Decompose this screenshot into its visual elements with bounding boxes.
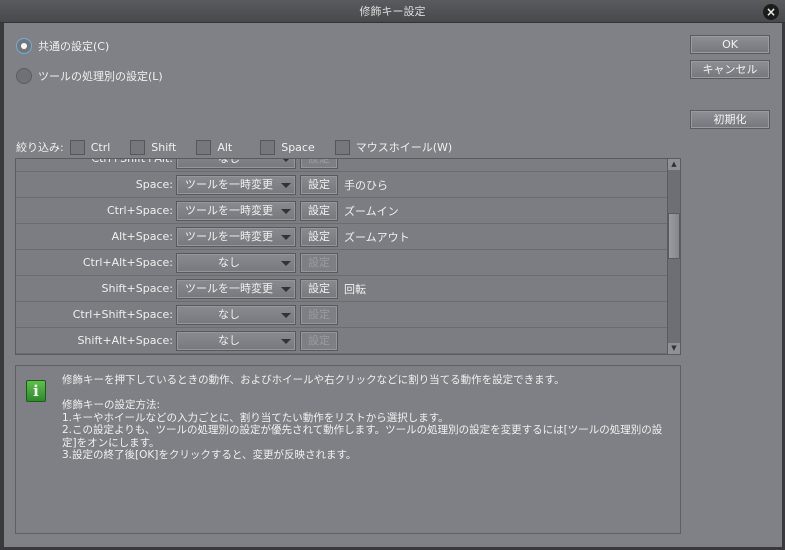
checkbox-label: Alt xyxy=(217,140,233,154)
title-bar: 修飾キー設定 × xyxy=(0,0,785,23)
radio-label: 共通の設定(C) xyxy=(38,40,110,53)
set-button[interactable]: 設定 xyxy=(300,200,338,221)
info-icon: i xyxy=(26,380,46,402)
chevron-down-icon xyxy=(281,182,291,188)
info-line: 1.キーやホイールなどの入力ごとに、割り当てたい動作をリストから選択します。 xyxy=(62,411,449,424)
chevron-down-icon xyxy=(281,260,291,266)
chevron-down-icon xyxy=(281,159,291,162)
checkbox-label: Shift xyxy=(151,140,177,154)
filter-space-checkbox[interactable]: Space xyxy=(260,139,315,155)
assigned-tool: ズームイン xyxy=(344,204,399,218)
radio-label: ツールの処理別の設定(L) xyxy=(38,70,163,83)
action-dropdown[interactable]: ツールを一時変更 xyxy=(176,278,296,299)
action-dropdown[interactable]: なし xyxy=(176,158,296,169)
table-row: Alt+Space: ツールを一時変更 設定 ズームアウト xyxy=(16,224,667,250)
modifier-key-label: Ctrl+Shift+Alt: xyxy=(91,158,173,165)
info-line: 修飾キーを押下しているときの動作、およびホイールや右クリックなどに割り当てる動作… xyxy=(62,374,565,386)
set-button[interactable]: 設定 xyxy=(300,159,338,169)
filter-shift-checkbox[interactable]: Shift xyxy=(130,139,177,155)
set-button[interactable]: 設定 xyxy=(300,174,338,195)
assigned-tool: ズームアウト xyxy=(344,230,410,244)
set-button[interactable]: 設定 xyxy=(300,330,338,351)
info-text: 修飾キーを押下しているときの動作、およびホイールや右クリックなどに割り当てる動作… xyxy=(62,374,672,462)
info-panel: i 修飾キーを押下しているときの動作、およびホイールや右クリックなどに割り当てる… xyxy=(15,365,681,534)
action-value: ツールを一時変更 xyxy=(185,281,273,295)
radio-per-tool-settings[interactable]: ツールの処理別の設定(L) xyxy=(16,68,163,84)
modifier-key-label: Shift+Space: xyxy=(101,282,173,295)
scrollbar[interactable]: ▲ ▼ xyxy=(667,159,680,354)
action-value: なし xyxy=(218,307,240,321)
action-value: なし xyxy=(218,333,240,347)
close-icon[interactable]: × xyxy=(763,4,779,20)
set-button[interactable]: 設定 xyxy=(300,252,338,273)
scroll-up-icon[interactable]: ▲ xyxy=(668,159,680,170)
chevron-down-icon xyxy=(281,312,291,318)
assigned-tool: 手のひら xyxy=(344,178,388,192)
filter-mousewheel-checkbox[interactable]: マウスホイール(W) xyxy=(334,139,453,155)
checkbox-label: Ctrl xyxy=(90,140,111,154)
info-line xyxy=(62,387,672,400)
modifier-key-label: Shift+Alt+Space: xyxy=(77,334,173,347)
chevron-down-icon xyxy=(281,338,291,344)
table-row: Ctrl+Space: ツールを一時変更 設定 ズームイン xyxy=(16,198,667,224)
info-line: 修飾キーの設定方法: xyxy=(62,399,161,411)
modifier-key-label: Ctrl+Alt+Space: xyxy=(82,256,173,269)
action-dropdown[interactable]: なし xyxy=(176,252,296,273)
chevron-down-icon xyxy=(281,208,291,214)
modifier-key-label: Ctrl+Shift+Space: xyxy=(72,308,173,321)
info-line: 2.この設定よりも、ツールの処理別の設定が優先されて動作します。ツールの処理別の… xyxy=(62,424,663,449)
table-row: Shift+Space: ツールを一時変更 設定 回転 xyxy=(16,276,667,302)
filter-alt-checkbox[interactable]: Alt xyxy=(196,139,233,155)
checkbox-label: Space xyxy=(281,140,315,154)
action-value: ツールを一時変更 xyxy=(185,229,273,243)
ok-button[interactable]: OK xyxy=(690,35,770,54)
action-dropdown[interactable]: なし xyxy=(176,304,296,325)
assigned-tool: 回転 xyxy=(344,282,366,296)
table-row: Ctrl+Shift+Alt: なし 設定 xyxy=(16,158,667,172)
cancel-button[interactable]: キャンセル xyxy=(690,60,770,79)
filter-label: 絞り込み: xyxy=(16,141,64,154)
set-button[interactable]: 設定 xyxy=(300,304,338,325)
table-row: Shift+Alt+Space: なし 設定 xyxy=(16,328,667,354)
set-button[interactable]: 設定 xyxy=(300,278,338,299)
table-row: Ctrl+Alt+Space: なし 設定 xyxy=(16,250,667,276)
action-value: なし xyxy=(218,255,240,269)
action-dropdown[interactable]: ツールを一時変更 xyxy=(176,174,296,195)
set-button[interactable]: 設定 xyxy=(300,226,338,247)
table-row: Space: ツールを一時変更 設定 手のひら xyxy=(16,172,667,198)
reset-button[interactable]: 初期化 xyxy=(690,110,770,129)
checkbox-label: マウスホイール(W) xyxy=(355,141,453,154)
radio-indicator xyxy=(16,68,32,84)
chevron-down-icon xyxy=(281,234,291,240)
modifier-key-label: Alt+Space: xyxy=(111,230,173,243)
dialog-body: 共通の設定(C) ツールの処理別の設定(L) OK キャンセル 初期化 絞り込み… xyxy=(4,23,782,547)
chevron-down-icon xyxy=(281,286,291,292)
action-value: なし xyxy=(218,158,240,165)
table-row: Ctrl+Shift+Space: なし 設定 xyxy=(16,302,667,328)
filter-ctrl-checkbox[interactable]: Ctrl xyxy=(69,139,111,155)
modifier-key-label: Ctrl+Space: xyxy=(106,204,173,217)
radio-indicator xyxy=(16,38,32,54)
action-value: ツールを一時変更 xyxy=(185,203,273,217)
radio-common-settings[interactable]: 共通の設定(C) xyxy=(16,38,109,54)
scroll-thumb[interactable] xyxy=(668,213,680,259)
window-title: 修飾キー設定 xyxy=(359,5,426,18)
modifier-key-list: Ctrl+Shift+Alt: なし 設定 Space: ツールを一時変更 設定… xyxy=(15,158,681,355)
filter-bar: 絞り込み: Ctrl Shift Alt Space マウスホイール(W) xyxy=(16,139,472,155)
action-dropdown[interactable]: ツールを一時変更 xyxy=(176,200,296,221)
modifier-key-label: Space: xyxy=(135,178,173,191)
action-dropdown[interactable]: なし xyxy=(176,330,296,351)
info-line: 3.設定の終了後[OK]をクリックすると、変更が反映されます。 xyxy=(62,449,357,461)
scroll-down-icon[interactable]: ▼ xyxy=(668,343,680,354)
action-value: ツールを一時変更 xyxy=(185,177,273,191)
action-dropdown[interactable]: ツールを一時変更 xyxy=(176,226,296,247)
